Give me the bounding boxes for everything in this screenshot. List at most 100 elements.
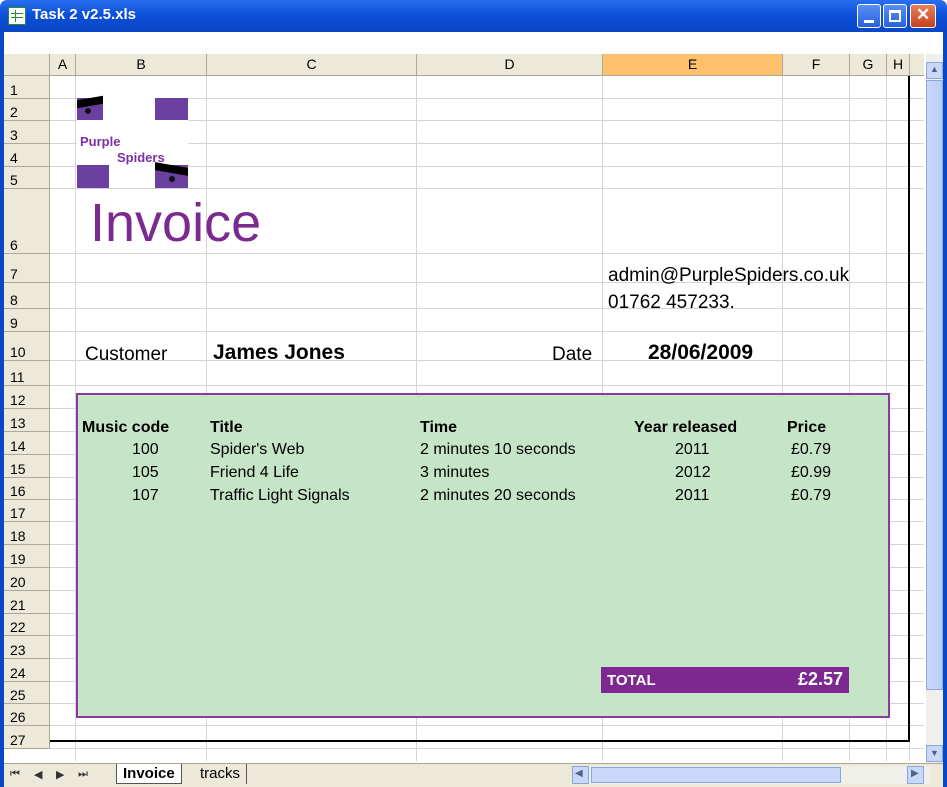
- table-cell: 3 minutes: [420, 464, 490, 481]
- last-sheet-icon[interactable]: ⏭: [78, 768, 88, 781]
- horizontal-scroll-thumb[interactable]: [591, 767, 841, 783]
- table-header-title: Title: [210, 419, 243, 436]
- column-header[interactable]: B: [76, 54, 207, 76]
- row-header[interactable]: 22: [4, 614, 50, 636]
- maximize-button[interactable]: [883, 4, 907, 28]
- select-all-corner[interactable]: [4, 54, 50, 76]
- row-header[interactable]: 18: [4, 522, 50, 545]
- invoice-title: Invoice: [90, 193, 262, 253]
- row-header[interactable]: 10: [4, 332, 50, 361]
- row-header[interactable]: 2: [4, 99, 50, 121]
- vertical-scroll-thumb[interactable]: [926, 80, 943, 690]
- window-title: Task 2 v2.5.xls: [32, 6, 136, 23]
- row-header[interactable]: 19: [4, 545, 50, 568]
- row-header[interactable]: 25: [4, 682, 50, 704]
- table-header-music-code: Music code: [82, 419, 170, 436]
- spider-icon: [85, 108, 91, 114]
- excel-file-icon: [8, 7, 26, 25]
- row-header[interactable]: 23: [4, 636, 50, 659]
- row-header[interactable]: 7: [4, 254, 50, 283]
- row-header[interactable]: 26: [4, 704, 50, 726]
- row-header[interactable]: 21: [4, 591, 50, 614]
- column-header[interactable]: A: [50, 54, 76, 76]
- minimize-button[interactable]: [857, 4, 881, 28]
- column-header[interactable]: D: [417, 54, 603, 76]
- scroll-left-arrow-icon[interactable]: [572, 766, 589, 784]
- title-bar: [0, 0, 947, 32]
- page-break-line: [50, 740, 910, 742]
- table-cell: £0.99: [791, 464, 832, 481]
- scroll-right-arrow-icon[interactable]: [907, 766, 924, 784]
- column-header-selected[interactable]: E: [603, 54, 783, 76]
- next-sheet-icon[interactable]: ▶: [56, 768, 64, 781]
- table-cell: 2 minutes 20 seconds: [420, 487, 576, 504]
- page-break-line: [908, 76, 910, 742]
- total-label: TOTAL: [607, 672, 656, 689]
- row-gridline: [50, 725, 924, 726]
- row-gridline: [50, 748, 924, 749]
- company-email: admin@PurpleSpiders.co.uk: [608, 265, 850, 286]
- table-cell: Traffic Light Signals: [210, 487, 350, 504]
- row-header[interactable]: 13: [4, 409, 50, 432]
- table-cell: 107: [132, 487, 159, 504]
- customer-label: Customer: [85, 344, 168, 365]
- row-gridline: [50, 308, 924, 309]
- table-header-price: Price: [787, 419, 827, 436]
- row-header[interactable]: 20: [4, 568, 50, 591]
- row-header[interactable]: 9: [4, 309, 50, 332]
- table-header-year: Year released: [634, 419, 738, 436]
- row-header[interactable]: 16: [4, 478, 50, 500]
- total-bar: TOTAL £2.57: [601, 667, 849, 693]
- row-header[interactable]: 3: [4, 121, 50, 144]
- table-cell: 2011: [675, 441, 710, 458]
- table-cell: Spider's Web: [210, 441, 305, 458]
- sheet-tab-invoice[interactable]: Invoice: [116, 764, 182, 784]
- row-header[interactable]: 8: [4, 283, 50, 309]
- table-cell: 100: [132, 441, 159, 458]
- row-header[interactable]: 1: [4, 76, 50, 99]
- row-gridline: [50, 385, 924, 386]
- column-header[interactable]: F: [783, 54, 850, 76]
- table-header-time: Time: [420, 419, 458, 436]
- row-header[interactable]: 12: [4, 386, 50, 409]
- table-cell: 2 minutes 10 seconds: [420, 441, 576, 458]
- row-header[interactable]: 5: [4, 167, 50, 189]
- row-header[interactable]: 27: [4, 726, 50, 749]
- row-header[interactable]: 14: [4, 432, 50, 455]
- logo-square: [77, 165, 109, 188]
- row-header[interactable]: 4: [4, 144, 50, 167]
- row-gridline: [50, 331, 924, 332]
- prev-sheet-icon[interactable]: ◀: [34, 768, 42, 781]
- table-cell: Friend 4 Life: [210, 464, 299, 481]
- row-header[interactable]: 11: [4, 361, 50, 386]
- table-cell: 105: [132, 464, 159, 481]
- column-header[interactable]: G: [850, 54, 887, 76]
- spider-icon: [169, 176, 175, 182]
- column-header[interactable]: [910, 54, 924, 76]
- scroll-down-arrow-icon[interactable]: [926, 745, 943, 762]
- row-header[interactable]: 15: [4, 455, 50, 478]
- purple-spiders-logo: Purple Spiders: [77, 95, 188, 188]
- row-header[interactable]: 17: [4, 500, 50, 522]
- row-header[interactable]: 6: [4, 189, 50, 254]
- table-cell: £0.79: [791, 441, 832, 458]
- column-header[interactable]: C: [207, 54, 417, 76]
- row-header[interactable]: 24: [4, 659, 50, 682]
- row-gridline: [50, 360, 924, 361]
- close-button[interactable]: [910, 4, 936, 28]
- company-phone: 01762 457233.: [608, 292, 735, 313]
- table-cell: 2012: [675, 464, 711, 481]
- first-sheet-icon[interactable]: ⏮: [10, 768, 20, 781]
- window-frame-right: [943, 32, 947, 787]
- logo-text: Spiders: [117, 150, 165, 165]
- table-cell: 2011: [675, 487, 710, 504]
- row-gridline: [50, 188, 924, 189]
- logo-text: Purple: [80, 134, 121, 149]
- total-value: £2.57: [797, 669, 843, 689]
- table-cell: £0.79: [791, 487, 832, 504]
- sheet-tab-tracks[interactable]: tracks: [194, 764, 248, 784]
- sheet-tab-bar: ⏮ ◀ ▶ ⏭ Invoice tracks: [4, 763, 943, 787]
- scroll-up-arrow-icon[interactable]: [926, 62, 943, 79]
- column-header[interactable]: H: [887, 54, 910, 76]
- date-value: 28/06/2009: [648, 341, 754, 364]
